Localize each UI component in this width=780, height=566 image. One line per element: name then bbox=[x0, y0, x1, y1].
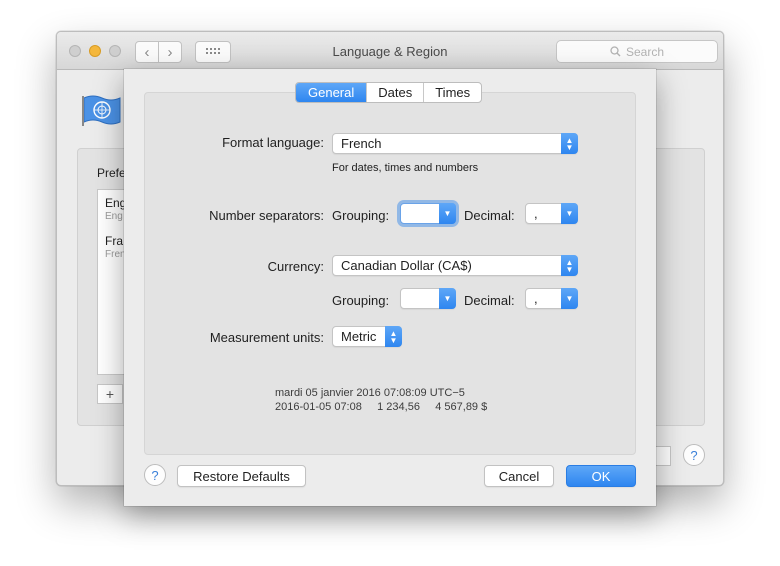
title-bar: ‹ › Language & Region Search bbox=[57, 32, 723, 70]
format-language-label: Format language: bbox=[222, 135, 324, 150]
currency-decimal-popup[interactable]: , ▼ bbox=[525, 288, 578, 309]
preferred-languages-label: Prefe bbox=[97, 166, 126, 180]
list-item[interactable]: Fra bbox=[105, 234, 123, 248]
tab-bar: General Dates Times bbox=[295, 82, 483, 103]
format-language-note: For dates, times and numbers bbox=[332, 162, 479, 174]
currency-popup[interactable]: Canadian Dollar (CA$) ▲ ▼ bbox=[332, 255, 578, 276]
decimal-value: , bbox=[534, 206, 538, 221]
tab-times[interactable]: Times bbox=[424, 83, 481, 102]
currency-decimal-value: , bbox=[534, 291, 538, 306]
background-help-button[interactable]: ? bbox=[683, 444, 705, 466]
search-field[interactable]: Search bbox=[556, 40, 718, 63]
chevron-down-icon: ▼ bbox=[439, 288, 456, 309]
date-sample: mardi 05 janvier 2016 07:08:09 UTC−5 bbox=[275, 387, 465, 399]
tab-general[interactable]: General bbox=[296, 83, 368, 102]
search-icon bbox=[610, 46, 621, 57]
chevron-down-icon: ▼ bbox=[561, 203, 578, 224]
measurement-units-label: Measurement units: bbox=[209, 330, 324, 345]
format-language-popup[interactable]: French ▲ ▼ bbox=[332, 133, 578, 154]
restore-defaults-button[interactable]: Restore Defaults bbox=[177, 465, 306, 487]
currency-value: Canadian Dollar (CA$) bbox=[341, 258, 472, 273]
help-button[interactable]: ? bbox=[144, 464, 166, 486]
cancel-button[interactable]: Cancel bbox=[484, 465, 554, 487]
measurement-units-popup[interactable]: Metric ▲ ▼ bbox=[332, 326, 402, 347]
format-language-value: French bbox=[341, 136, 382, 151]
un-flag-icon bbox=[82, 95, 121, 126]
ok-button[interactable]: OK bbox=[566, 465, 636, 487]
advanced-sheet: General Dates Times Format language: Fre… bbox=[124, 69, 656, 506]
grouping-label: Grouping: bbox=[332, 208, 390, 223]
chevron-down-icon: ▼ bbox=[561, 288, 578, 309]
number-separators-label: Number separators: bbox=[209, 208, 324, 223]
decimal-popup[interactable]: , ▼ bbox=[525, 203, 578, 224]
list-item-sub: Eng bbox=[105, 211, 123, 222]
currency-grouping-label: Grouping: bbox=[332, 293, 390, 308]
list-item-sub: Fren bbox=[105, 249, 126, 260]
currency-grouping-popup[interactable]: ▼ bbox=[400, 288, 456, 309]
grouping-popup[interactable]: ▼ bbox=[400, 203, 456, 224]
up-down-arrows-icon: ▲ ▼ bbox=[561, 133, 578, 154]
add-language-button[interactable]: + bbox=[97, 384, 123, 404]
currency-label: Currency: bbox=[267, 259, 324, 274]
search-placeholder: Search bbox=[625, 44, 665, 59]
tab-dates[interactable]: Dates bbox=[367, 83, 425, 102]
decimal-label: Decimal: bbox=[464, 208, 515, 223]
currency-decimal-label: Decimal: bbox=[464, 293, 515, 308]
number-sample: 2016-01-05 07:08 1 234,56 4 567,89 $ bbox=[275, 401, 488, 413]
up-down-arrows-icon: ▲ ▼ bbox=[385, 326, 402, 347]
up-down-arrows-icon: ▲ ▼ bbox=[561, 255, 578, 276]
measurement-units-value: Metric bbox=[341, 329, 377, 344]
chevron-down-icon: ▼ bbox=[439, 203, 456, 224]
